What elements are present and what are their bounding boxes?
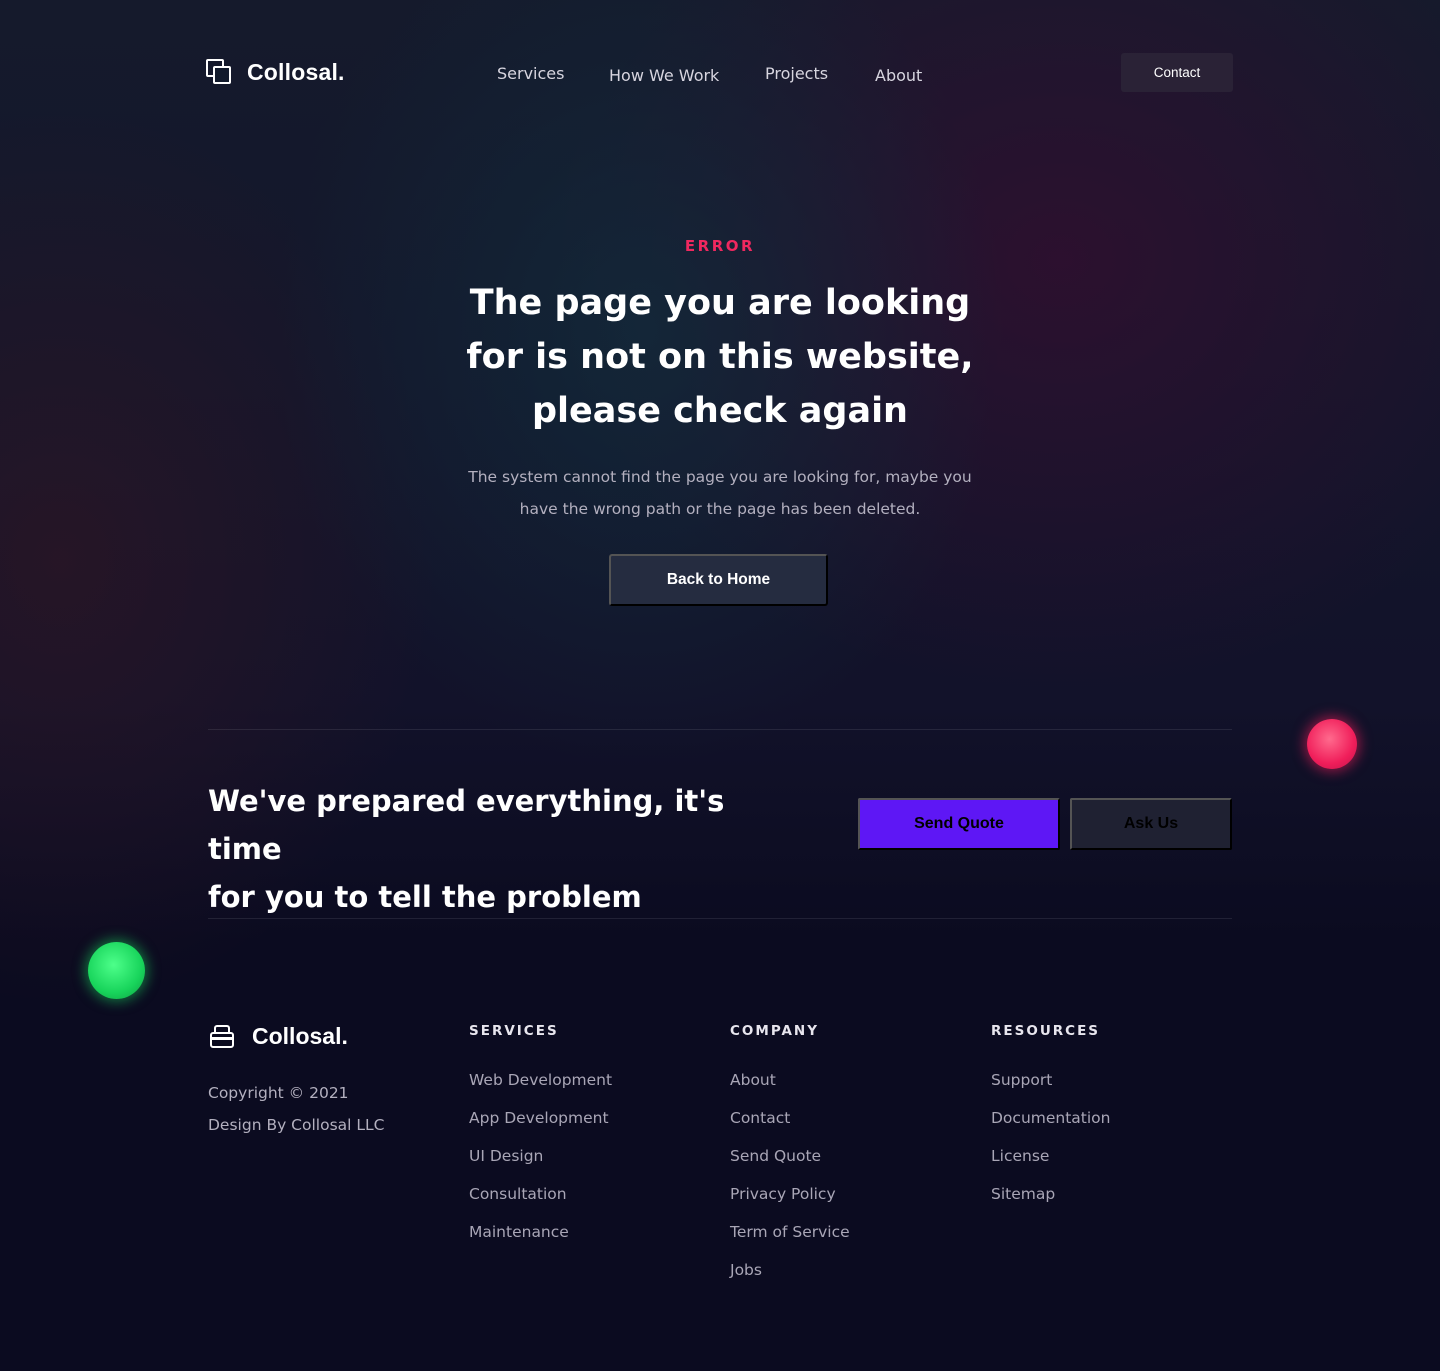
error-eyebrow: ERROR bbox=[684, 237, 756, 255]
section-divider bbox=[208, 729, 1232, 730]
footer-link-consultation[interactable]: Consultation bbox=[469, 1175, 612, 1213]
error-description-line: The system cannot find the page you are … bbox=[468, 468, 972, 486]
cta-title-line: for you to tell the problem bbox=[208, 880, 642, 914]
footer-link-documentation[interactable]: Documentation bbox=[991, 1099, 1111, 1137]
decorative-pink-orb bbox=[1307, 719, 1357, 769]
error-description-line: have the wrong path or the page has been… bbox=[519, 500, 921, 518]
nav-link-services[interactable]: Services bbox=[497, 64, 564, 83]
error-title-line: please check again bbox=[532, 391, 908, 431]
footer-column-resources: RESOURCES Support Documentation License … bbox=[991, 1023, 1111, 1213]
footer-link-maintenance[interactable]: Maintenance bbox=[469, 1213, 612, 1251]
footer-logo[interactable]: Collosal. bbox=[208, 1022, 348, 1050]
footer-column-company: COMPANY About Contact Send Quote Privacy… bbox=[730, 1023, 850, 1289]
footer-link-web-development[interactable]: Web Development bbox=[469, 1061, 612, 1099]
footer-link-send-quote[interactable]: Send Quote bbox=[730, 1137, 850, 1175]
header-logo[interactable]: Collosal. bbox=[205, 58, 345, 86]
cta-title-line: We've prepared everything, it's time bbox=[208, 784, 725, 866]
credit-text: Design By Collosal LLC bbox=[208, 1116, 385, 1134]
footer-column-services: SERVICES Web Development App Development… bbox=[469, 1023, 612, 1251]
nav-link-projects[interactable]: Projects bbox=[765, 64, 828, 83]
back-to-home-button[interactable]: Back to Home bbox=[609, 554, 828, 606]
footer-link-about[interactable]: About bbox=[730, 1061, 850, 1099]
footer-link-contact[interactable]: Contact bbox=[730, 1099, 850, 1137]
ask-us-button[interactable]: Ask Us bbox=[1070, 798, 1232, 850]
footer-link-sitemap[interactable]: Sitemap bbox=[991, 1175, 1111, 1213]
logo-box-icon bbox=[208, 1022, 236, 1050]
footer-link-app-development[interactable]: App Development bbox=[469, 1099, 612, 1137]
footer-link-term-of-service[interactable]: Term of Service bbox=[730, 1213, 850, 1251]
send-quote-button[interactable]: Send Quote bbox=[858, 798, 1060, 850]
footer-link-license[interactable]: License bbox=[991, 1137, 1111, 1175]
copyright-text: Copyright © 2021 bbox=[208, 1084, 349, 1102]
cta-title: We've prepared everything, it's time for… bbox=[208, 777, 808, 921]
section-divider bbox=[208, 918, 1232, 919]
logo-text: Collosal. bbox=[247, 58, 345, 85]
footer-link-privacy-policy[interactable]: Privacy Policy bbox=[730, 1175, 850, 1213]
footer-column-heading: COMPANY bbox=[730, 1023, 819, 1039]
error-title: The page you are looking for is not on t… bbox=[420, 276, 1020, 438]
decorative-green-orb bbox=[88, 942, 145, 999]
footer-link-jobs[interactable]: Jobs bbox=[730, 1251, 850, 1289]
footer-logo-text: Collosal. bbox=[252, 1022, 348, 1049]
footer-column-heading: RESOURCES bbox=[991, 1023, 1101, 1039]
footer-copyright: Copyright © 2021 Design By Collosal LLC bbox=[208, 1077, 384, 1141]
error-title-line: for is not on this website, bbox=[466, 337, 974, 377]
nav-link-about[interactable]: About bbox=[875, 66, 922, 85]
logo-squares-icon bbox=[205, 58, 233, 86]
footer-column-heading: SERVICES bbox=[469, 1023, 559, 1039]
error-description: The system cannot find the page you are … bbox=[460, 461, 980, 525]
error-title-line: The page you are looking bbox=[469, 283, 971, 323]
page-background bbox=[0, 0, 1440, 1371]
contact-button[interactable]: Contact bbox=[1121, 53, 1233, 92]
nav-link-how-we-work[interactable]: How We Work bbox=[609, 66, 719, 85]
footer-link-support[interactable]: Support bbox=[991, 1061, 1111, 1099]
footer-link-ui-design[interactable]: UI Design bbox=[469, 1137, 612, 1175]
